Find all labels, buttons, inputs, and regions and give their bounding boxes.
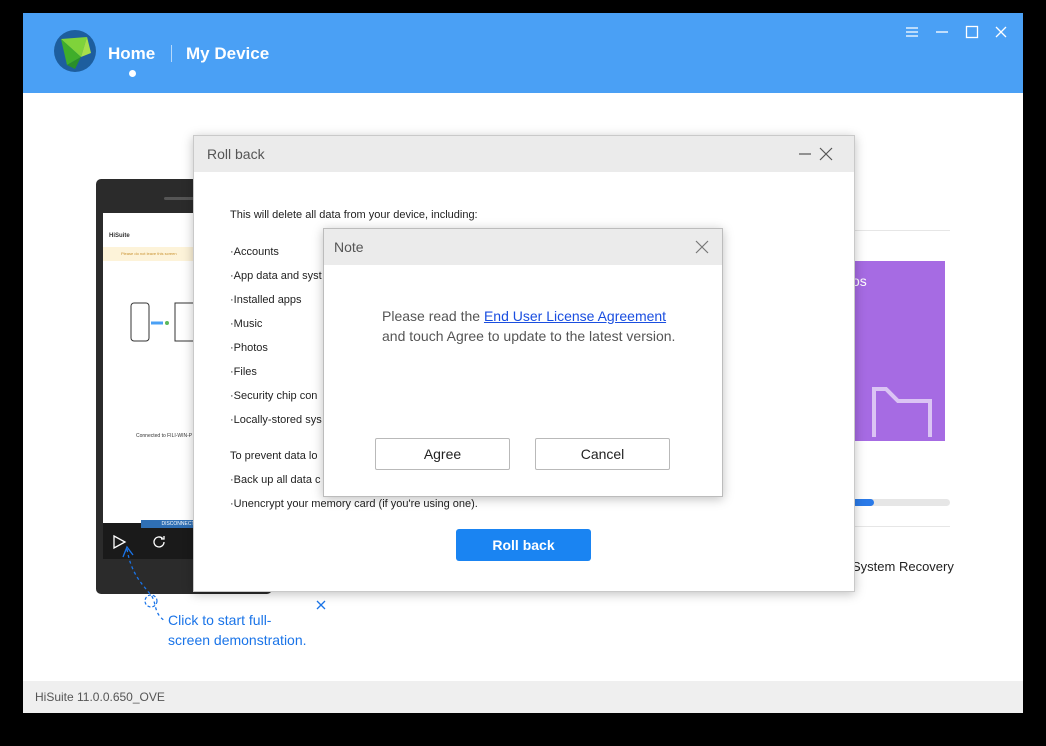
progress-fill (852, 499, 874, 506)
nav-my-device[interactable]: My Device (186, 44, 269, 64)
nav-divider (171, 45, 172, 62)
rollback-button[interactable]: Roll back (456, 529, 591, 561)
hisuite-window: Home My Device HiSuite Please do not lea… (23, 13, 1023, 713)
title-bar: Home My Device (23, 13, 1023, 93)
rollback-item: ·Files (230, 366, 257, 378)
rollback-item: ·Installed apps (230, 294, 302, 306)
rollback-intro: This will delete all data from your devi… (230, 209, 478, 221)
demo-hint-text: Click to start full-screen demonstration… (168, 612, 307, 648)
rollback-dialog-title: Roll back (207, 146, 265, 162)
phone-app-title: HiSuite (109, 233, 130, 239)
rollback-item: ·Security chip con (230, 390, 318, 402)
maximize-icon[interactable] (964, 24, 980, 40)
divider (852, 526, 950, 527)
close-icon[interactable] (695, 240, 709, 254)
note-dialog-title: Note (334, 239, 364, 255)
phone-connected-text: Connected to FILI-WIN-P (136, 433, 193, 439)
status-bar: HiSuite 11.0.0.650_OVE (23, 681, 1023, 713)
divider (852, 230, 950, 231)
agree-button[interactable]: Agree (375, 438, 510, 470)
note-message: Please read the End User License Agreeme… (382, 306, 682, 346)
cancel-button[interactable]: Cancel (535, 438, 670, 470)
eula-link[interactable]: End User License Agreement (484, 308, 666, 324)
close-icon[interactable] (993, 24, 1009, 40)
note-dialog: Note Please read the End User License Ag… (323, 228, 723, 497)
rollback-item: ·App data and syst (230, 270, 322, 282)
demo-hint-close-icon[interactable] (315, 598, 327, 610)
nav-active-indicator (129, 70, 136, 77)
rollback-step: ·Back up all data c (230, 474, 321, 486)
feature-card[interactable]: os (852, 261, 945, 441)
progress-bar (852, 499, 950, 506)
rollback-item: ·Locally-stored sys (230, 414, 322, 426)
rollback-item: ·Music (230, 318, 263, 330)
system-recovery-link[interactable]: System Recovery (852, 559, 954, 574)
card-graphic-icon (872, 387, 932, 437)
hisuite-logo-icon (53, 29, 97, 73)
minimize-icon[interactable] (934, 24, 950, 40)
rollback-item: ·Photos (230, 342, 268, 354)
close-icon[interactable] (819, 147, 833, 161)
minimize-icon[interactable] (798, 147, 812, 161)
rollback-item: ·Accounts (230, 246, 279, 258)
nav-home[interactable]: Home (108, 44, 155, 64)
demo-arrow-icon (122, 545, 166, 622)
rollback-step: ·Unencrypt your memory card (if you're u… (230, 498, 478, 510)
rollback-prevent-text: To prevent data lo (230, 450, 318, 462)
menu-icon[interactable] (904, 24, 920, 40)
note-text-after: and touch Agree to update to the latest … (382, 328, 676, 344)
rollback-dialog-header: Roll back (194, 136, 854, 172)
note-text-before: Please read the (382, 308, 484, 324)
note-dialog-header: Note (324, 229, 722, 265)
version-label: HiSuite 11.0.0.650_OVE (35, 690, 165, 704)
